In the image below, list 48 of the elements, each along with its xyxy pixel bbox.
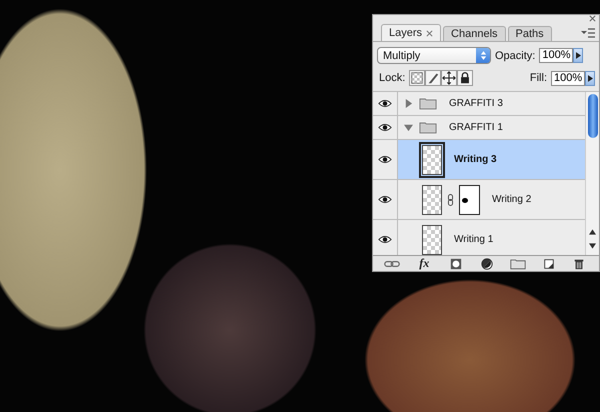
up-down-arrows-icon [480,50,486,61]
padlock-icon[interactable] [457,70,474,86]
close-icon[interactable] [426,30,434,36]
opacity-field[interactable]: 100% [539,48,574,63]
opacity-label: Opacity: [495,50,536,62]
scroll-up-icon[interactable] [589,229,596,235]
half-circle-icon[interactable] [478,258,495,270]
panel-tab[interactable]: Layers [381,24,442,41]
eye-icon[interactable] [378,195,392,204]
panel-tab[interactable]: Channels [443,26,506,41]
eye-icon[interactable] [378,123,392,132]
folder-icon [419,121,437,134]
fill-label: Fill: [530,72,547,84]
fill-slider-button[interactable] [585,70,595,86]
layer-row[interactable]: GRAFFITI 3 [373,92,585,116]
lock-label: Lock: [379,72,406,84]
layer-thumbnail [422,224,442,254]
layer-name: Writing 3 [454,154,497,165]
layer-row[interactable]: Writing 3 [373,140,585,180]
layer-style-button[interactable]: fx [415,256,434,271]
scroll-down-icon[interactable] [589,243,596,249]
fill-field[interactable]: 100% [551,70,585,86]
disclosure-triangle-icon[interactable] [404,123,413,132]
eye-icon[interactable] [378,155,392,164]
eye-icon[interactable] [378,99,392,108]
layer-name: Writing 1 [454,234,494,245]
panel-tab[interactable]: Paths [508,26,552,41]
checkerboard-icon[interactable] [409,70,426,86]
mask-thumbnail [459,184,480,214]
brush-icon[interactable] [425,70,442,86]
panel-menu-icon[interactable] [581,28,595,38]
layer-name: Writing 2 [492,194,532,205]
layer-row[interactable]: GRAFFITI 1 [373,116,585,140]
move-icon[interactable] [441,70,458,86]
caret-icon [576,52,581,59]
scrollbar-thumb[interactable] [588,94,598,138]
blend-mode-dropdown[interactable]: Multiply [377,47,491,64]
layer-row[interactable]: Writing 1 [373,220,585,255]
folder-icon [419,97,437,110]
caret-icon [588,74,592,82]
eye-icon[interactable] [378,235,392,244]
layer-row[interactable]: Writing 2 [373,180,585,220]
layer-thumbnail [422,184,442,214]
layer-name: GRAFFITI 1 [449,122,503,133]
layer-name: GRAFFITI 3 [449,98,503,109]
close-icon[interactable] [589,15,596,22]
opacity-slider-button[interactable] [573,48,584,63]
disclosure-triangle-icon[interactable] [404,99,413,108]
